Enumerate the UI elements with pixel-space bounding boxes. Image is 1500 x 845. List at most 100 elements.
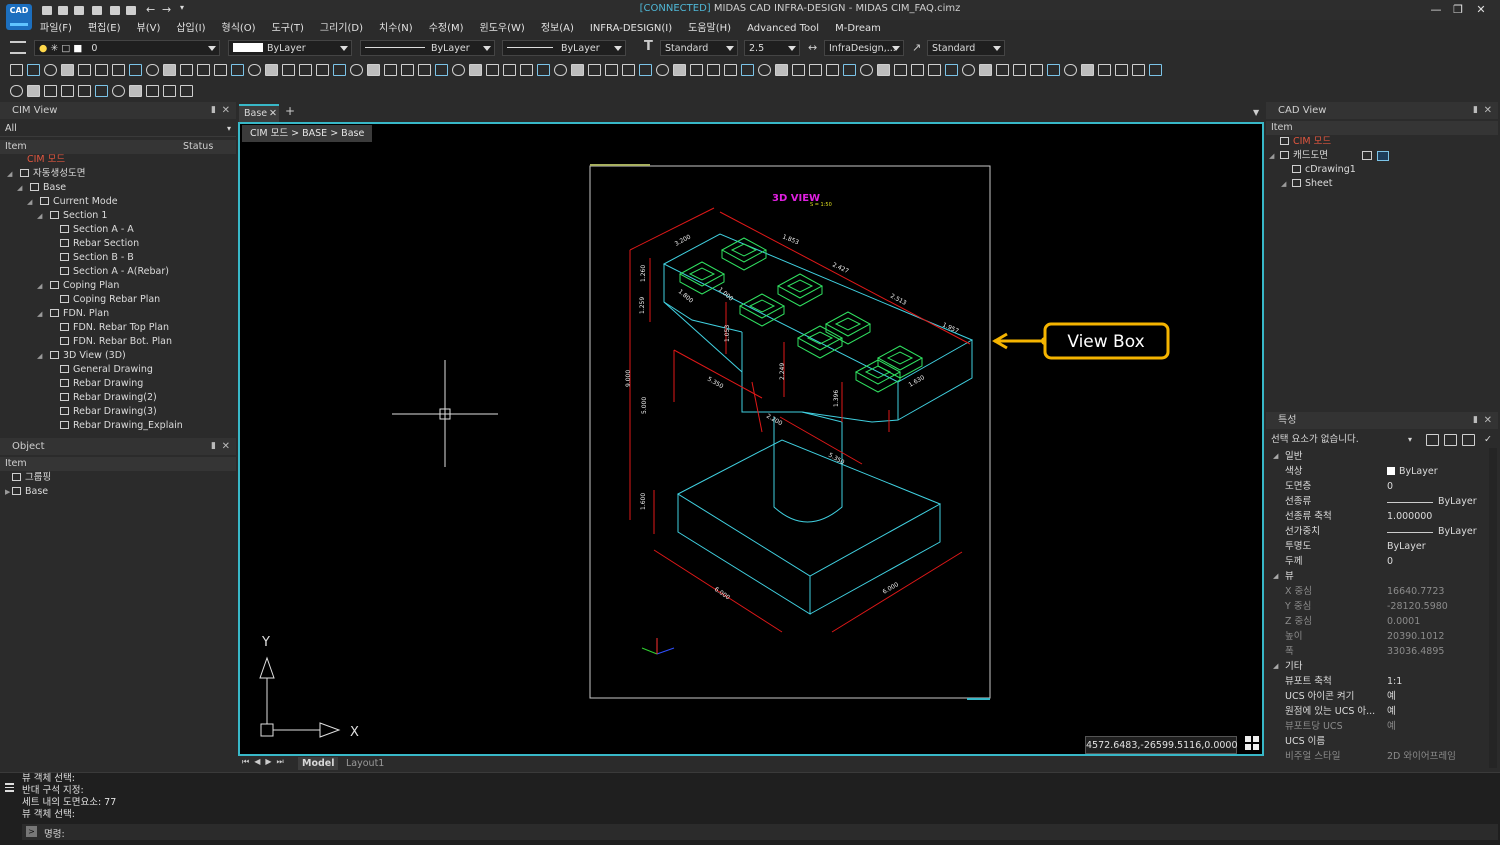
toolbar-tool-icon[interactable] [996, 64, 1009, 76]
expand-arrow-icon[interactable]: ◢ [27, 195, 32, 209]
undo-icon[interactable]: ← [146, 3, 155, 16]
toolbar-tool-icon[interactable] [605, 64, 618, 76]
toolbar-tool-icon[interactable] [367, 64, 380, 76]
toolbar-tool-icon[interactable] [1030, 64, 1043, 76]
expand-arrow-icon[interactable]: ◢ [1269, 149, 1274, 163]
property-row[interactable]: UCS 이름 [1266, 734, 1498, 749]
toolbar-tool-icon[interactable] [384, 64, 397, 76]
menu-item[interactable]: 치수(N) [379, 19, 413, 34]
tab-model[interactable]: Model [298, 757, 339, 770]
toolbar-tool-icon[interactable] [656, 64, 669, 76]
cad-tree-node[interactable]: cDrawing1 [1292, 163, 1356, 177]
menu-item[interactable]: M-Dream [835, 23, 881, 34]
property-row[interactable]: 원점에 있는 UCS 아... 예 [1266, 704, 1498, 719]
view-tool-icon[interactable] [10, 85, 23, 97]
toolbar-tool-icon[interactable] [588, 64, 601, 76]
toolbar-tool-icon[interactable] [979, 64, 992, 76]
table-style-icon[interactable]: ↗ [912, 41, 921, 54]
plot-icon[interactable] [126, 6, 136, 15]
toolbar-tool-icon[interactable] [95, 64, 108, 76]
menu-item[interactable]: 편집(E) [88, 19, 121, 34]
toolbar-tool-icon[interactable] [452, 64, 465, 76]
toolbar-tool-icon[interactable] [622, 64, 635, 76]
toolbar-tool-icon[interactable] [129, 64, 142, 76]
toolbar-tool-icon[interactable] [1132, 64, 1145, 76]
close-panel-icon[interactable]: ✕ [222, 438, 230, 455]
dim-style-icon[interactable]: ↔ [808, 41, 817, 54]
toolbar-tool-icon[interactable] [299, 64, 312, 76]
toolbar-tool-icon[interactable] [775, 64, 788, 76]
new-file-icon[interactable] [42, 6, 52, 15]
toolbar-tool-icon[interactable] [741, 64, 754, 76]
menu-item[interactable]: 도움말(H) [688, 19, 731, 34]
toolbar-tool-icon[interactable] [673, 64, 686, 76]
text-style-icon[interactable]: T [644, 39, 653, 54]
lineweight-combo[interactable]: ByLayer [502, 40, 626, 56]
collapse-arrow-icon[interactable]: ◢ [1273, 449, 1278, 464]
toolbar-tool-icon[interactable] [112, 64, 125, 76]
pin-icon[interactable]: ▮ [211, 438, 216, 455]
expand-arrow-icon[interactable]: ◢ [37, 209, 42, 223]
toolbar-tool-icon[interactable] [418, 64, 431, 76]
pin-icon[interactable]: ▮ [1473, 412, 1478, 429]
property-section[interactable]: ◢ 뷰 [1266, 569, 1498, 584]
tree-node[interactable]: General Drawing [60, 363, 153, 377]
view-tool-icon[interactable] [180, 85, 193, 97]
toolbar-tool-icon[interactable] [1081, 64, 1094, 76]
tab-base[interactable]: Base ✕ [239, 104, 279, 122]
toolbar-tool-icon[interactable] [792, 64, 805, 76]
expand-arrow-icon[interactable]: ◢ [37, 349, 42, 363]
property-row[interactable]: 두께 0 [1266, 554, 1498, 569]
text-size-combo[interactable]: 2.5 [744, 40, 800, 56]
color-combo[interactable]: ByLayer [228, 40, 352, 56]
tree-node[interactable]: ◢ Current Mode [27, 195, 118, 209]
expand-arrow-icon[interactable]: ◢ [1281, 177, 1286, 191]
table-style-combo[interactable]: Standard [927, 40, 1005, 56]
restore-button[interactable]: ❐ [1447, 2, 1469, 18]
toolbar-tool-icon[interactable] [945, 64, 958, 76]
tree-node[interactable]: FDN. Rebar Bot. Plan [60, 335, 172, 349]
tree-node[interactable]: ◢ Base [17, 181, 66, 195]
view-tool-icon[interactable] [163, 85, 176, 97]
pick-icon[interactable]: ✓ [1484, 431, 1492, 448]
tree-node[interactable]: Section B - B [60, 251, 134, 265]
command-menu-icon[interactable] [5, 783, 14, 792]
toolbar-tool-icon[interactable] [554, 64, 567, 76]
toolbar-tool-icon[interactable] [724, 64, 737, 76]
select-objects-icon[interactable] [1444, 434, 1457, 446]
add-tab-button[interactable]: + [285, 104, 295, 118]
property-row[interactable]: Z 중심 0.0001 [1266, 614, 1498, 629]
toolbar-tool-icon[interactable] [639, 64, 652, 76]
toggle-pickadd-icon[interactable] [1426, 434, 1439, 446]
layer-manager-icon[interactable] [10, 41, 26, 54]
property-row[interactable]: 선종류 축척 1.000000 [1266, 509, 1498, 524]
view-tool-icon[interactable] [78, 85, 91, 97]
toolbar-tool-icon[interactable] [10, 64, 23, 76]
menu-item[interactable]: 형식(O) [222, 19, 256, 34]
toolbar-tool-icon[interactable] [843, 64, 856, 76]
toolbar-tool-icon[interactable] [265, 64, 278, 76]
toolbar-tool-icon[interactable] [1064, 64, 1077, 76]
toolbar-tool-icon[interactable] [911, 64, 924, 76]
property-row[interactable]: 높이 20390.1012 [1266, 629, 1498, 644]
cad-view-active-icon[interactable] [1377, 151, 1389, 161]
view-tool-icon[interactable] [95, 85, 108, 97]
pin-icon[interactable]: ▮ [1473, 102, 1478, 119]
command-input[interactable]: > 명령: [22, 824, 1498, 840]
view-tool-icon[interactable] [27, 85, 40, 97]
cim-view-filter[interactable]: All ▾ [0, 121, 236, 137]
toolbar-tool-icon[interactable] [860, 64, 873, 76]
text-style-combo[interactable]: Standard [660, 40, 738, 56]
property-row[interactable]: UCS 아이콘 켜기 예 [1266, 689, 1498, 704]
grid-layout-icon[interactable] [1245, 736, 1259, 750]
print-icon[interactable] [110, 6, 120, 15]
toolbar-tool-icon[interactable] [214, 64, 227, 76]
menu-item[interactable]: 도구(T) [272, 19, 304, 34]
tree-node[interactable]: CIM 모드 [27, 153, 65, 167]
view-tool-icon[interactable] [44, 85, 57, 97]
toolbar-tool-icon[interactable] [1047, 64, 1060, 76]
property-row[interactable]: Y 중심 -28120.5980 [1266, 599, 1498, 614]
toolbar-tool-icon[interactable] [520, 64, 533, 76]
toolbar-tool-icon[interactable] [809, 64, 822, 76]
close-tab-icon[interactable]: ✕ [269, 106, 277, 121]
